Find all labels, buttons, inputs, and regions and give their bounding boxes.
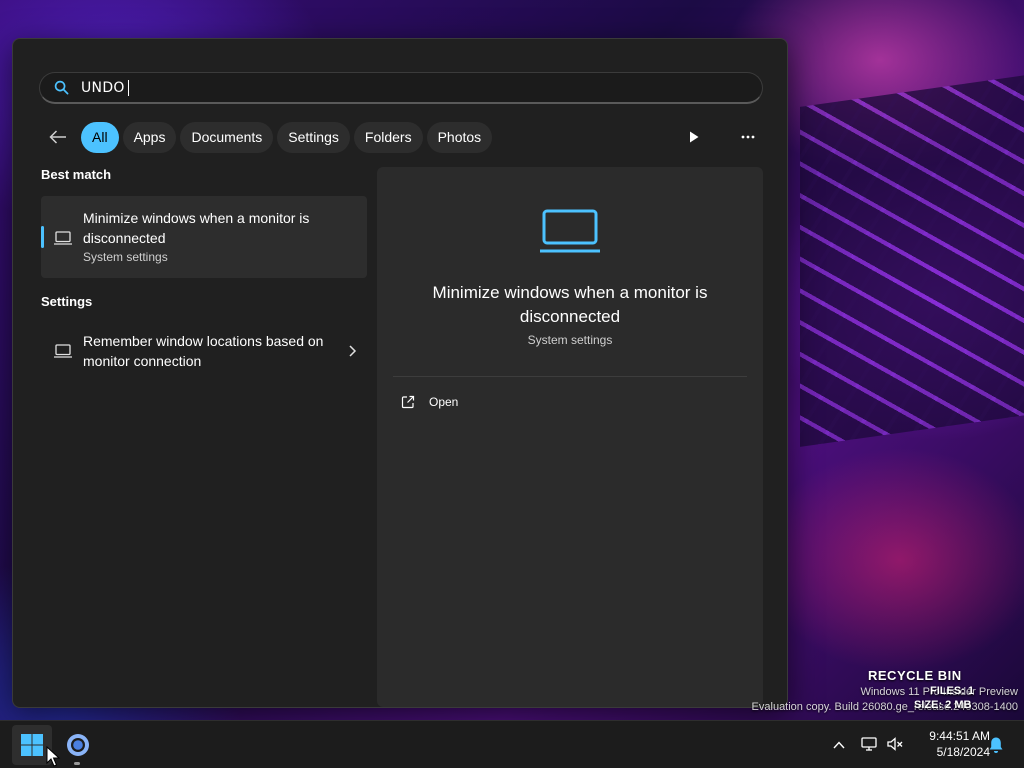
laptop-icon	[54, 344, 72, 358]
system-clock[interactable]: 9:44:51 AM 5/18/2024	[906, 728, 990, 760]
watermark-line2: Evaluation copy. Build 26080.ge_release.…	[751, 701, 1018, 713]
filter-chip-settings[interactable]: Settings	[277, 121, 350, 153]
best-match-result[interactable]: Minimize windows when a monitor is disco…	[41, 196, 367, 278]
laptop-icon	[540, 209, 600, 253]
settings-result-title: Remember window locations based on monit…	[83, 333, 324, 369]
search-input[interactable]: UNDO	[81, 79, 129, 96]
taskbar: 9:44:51 AM 5/18/2024	[0, 720, 1024, 768]
chevron-right-icon[interactable]	[347, 345, 357, 357]
volume-muted-icon[interactable]	[886, 735, 904, 753]
results-list: Best match Minimize windows when a monit…	[41, 167, 367, 379]
clock-time: 9:44:51 AM	[929, 729, 990, 743]
filter-bar-actions	[655, 122, 763, 152]
best-match-subtitle: System settings	[83, 250, 168, 264]
chrome-icon	[67, 734, 89, 756]
arrow-left-icon	[49, 130, 66, 144]
filter-chip-folders[interactable]: Folders	[353, 121, 423, 153]
more-horizontal-icon	[741, 135, 755, 139]
filter-chip-documents[interactable]: Documents	[180, 121, 274, 153]
open-action[interactable]: Open	[401, 395, 458, 409]
app-running-indicator	[74, 762, 80, 765]
filter-chip-photos[interactable]: Photos	[426, 121, 493, 153]
chrome-taskbar-button[interactable]	[58, 725, 98, 765]
recycle-bin-label: RECYCLE BIN	[868, 668, 962, 683]
windows-logo-icon	[21, 734, 43, 756]
back-button[interactable]	[43, 122, 73, 152]
system-tray	[860, 735, 912, 753]
bell-icon[interactable]	[988, 736, 1004, 754]
open-action-label: Open	[429, 395, 459, 409]
chevron-up-icon[interactable]	[830, 737, 848, 753]
files-count-label: FILES: 1	[930, 685, 975, 697]
filter-bar: All Apps Documents Settings Folders Phot…	[43, 121, 763, 153]
wallpaper-keyboard-decoration	[800, 73, 1024, 447]
best-match-heading: Best match	[41, 167, 112, 182]
settings-result-item[interactable]: Remember window locations based on monit…	[41, 323, 367, 379]
detail-pane: Minimize windows when a monitor is disco…	[377, 167, 763, 707]
text-caret	[127, 79, 129, 96]
more-options-button[interactable]	[733, 122, 763, 152]
detail-divider	[393, 376, 747, 377]
search-box[interactable]: UNDO	[39, 72, 763, 104]
settings-heading: Settings	[41, 294, 93, 309]
clock-date: 5/18/2024	[936, 745, 990, 759]
filter-chip-all[interactable]: All	[81, 121, 119, 153]
mouse-cursor-icon	[46, 746, 61, 767]
search-panel: UNDO All Apps Documents Settings Folders…	[12, 38, 788, 708]
open-external-icon	[401, 395, 415, 409]
detail-subtitle: System settings	[527, 333, 613, 347]
size-label: SIZE: 2 MB	[914, 699, 972, 711]
play-icon	[690, 131, 699, 143]
search-icon	[54, 80, 69, 95]
network-icon[interactable]	[860, 735, 878, 753]
laptop-icon	[54, 231, 72, 245]
filter-chip-apps[interactable]: Apps	[122, 121, 177, 153]
best-match-title: Minimize windows when a monitor is disco…	[83, 210, 310, 246]
play-button[interactable]	[679, 122, 709, 152]
detail-title: Minimize windows when a monitor is disco…	[432, 283, 708, 326]
